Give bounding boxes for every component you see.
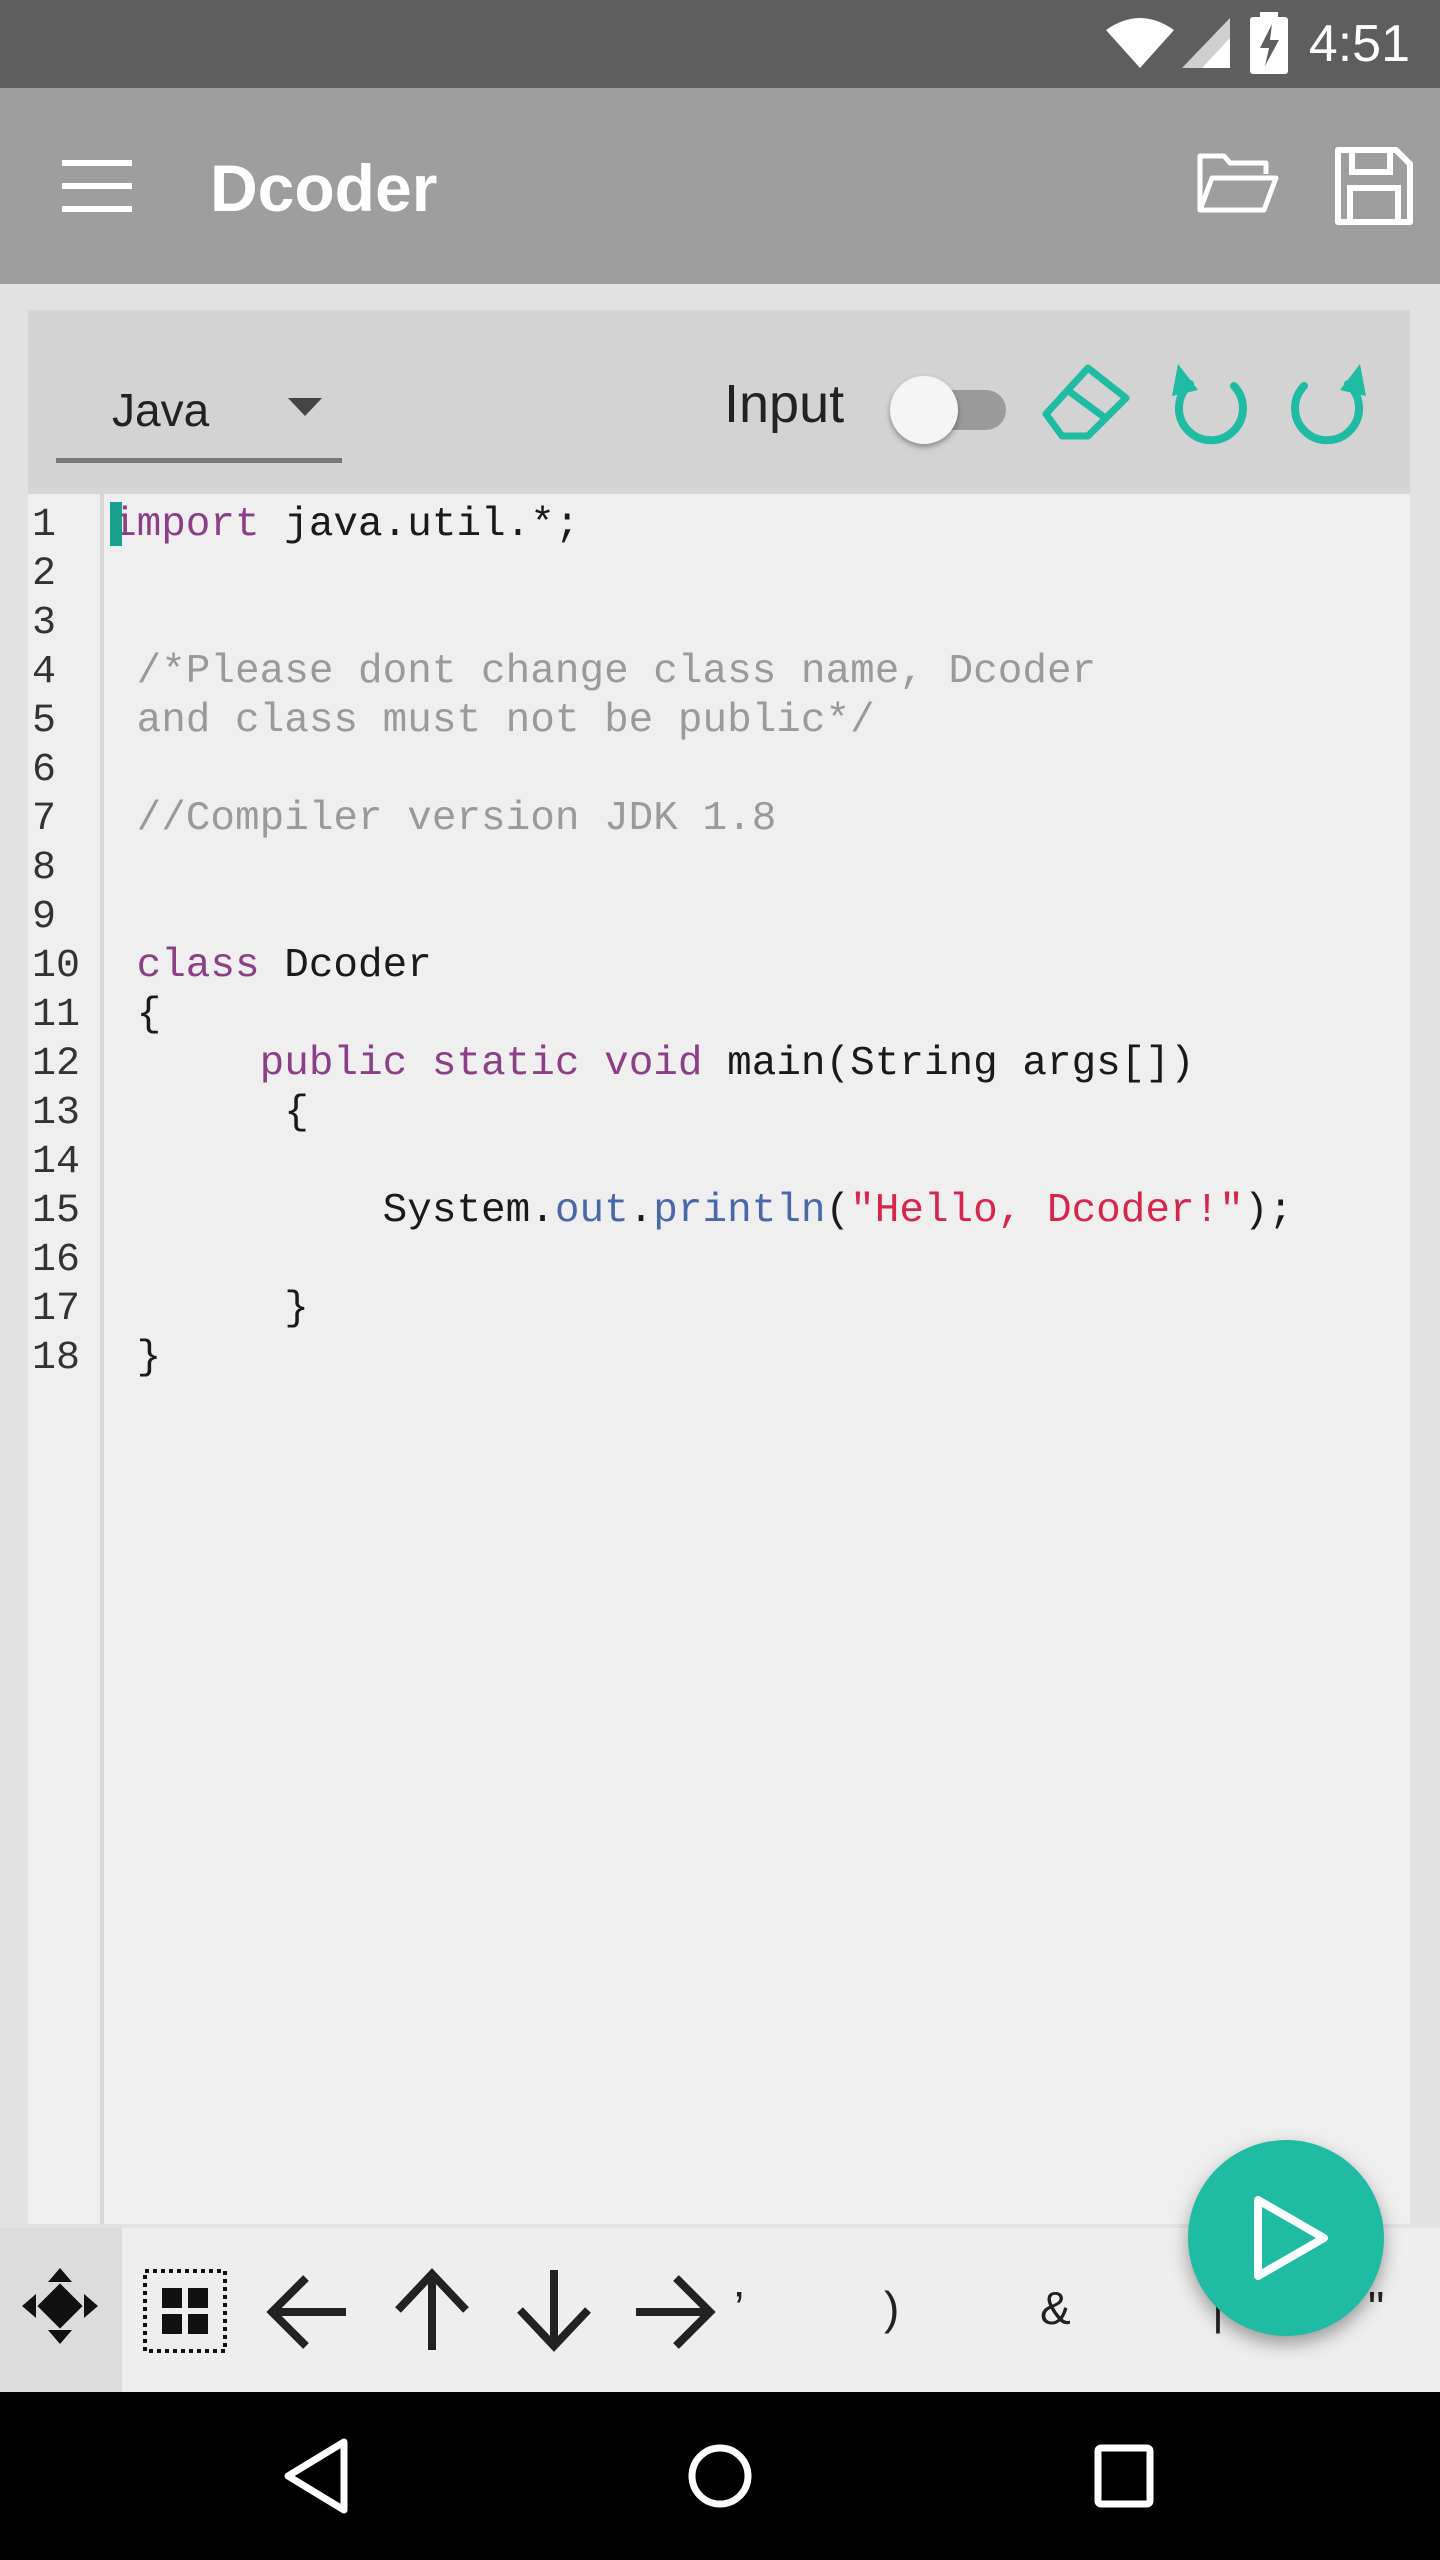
wifi-icon <box>1106 18 1174 68</box>
code-line: } <box>112 1334 162 1383</box>
code-token: class <box>112 943 260 989</box>
line-number: 11 <box>32 993 81 1038</box>
line-number-gutter: 1 2 3 4 5 6 7 8 9 10 11 12 13 14 15 16 17 18 <box>28 494 104 2224</box>
code-token: void <box>604 1041 703 1087</box>
line-number: 8 <box>32 846 57 891</box>
code-token: and class must not be public*/ <box>112 698 875 744</box>
line-number: 14 <box>32 1140 81 1185</box>
eraser-icon[interactable] <box>1038 356 1134 442</box>
code-line: { <box>112 1089 309 1138</box>
line-number: 15 <box>32 1189 81 1234</box>
line-number: 2 <box>32 552 57 597</box>
code-token: static <box>431 1041 580 1087</box>
input-toggle-thumb <box>890 376 958 444</box>
code-token: { <box>112 992 162 1038</box>
line-number: 1 <box>32 503 57 548</box>
line-number: 17 <box>32 1287 81 1332</box>
line-number: 16 <box>32 1238 81 1283</box>
hamburger-menu-icon[interactable] <box>62 158 132 214</box>
code-token: "Hello, Dcoder!" <box>850 1188 1244 1234</box>
line-number: 10 <box>32 944 81 989</box>
move-arrows-icon <box>22 2268 98 2344</box>
line-number: 6 <box>32 748 57 793</box>
code-line: } <box>112 1285 309 1334</box>
code-token: main(String args[]) <box>702 1041 1195 1087</box>
line-number: 7 <box>32 797 57 842</box>
line-number: 4 <box>32 650 57 695</box>
home-icon[interactable] <box>686 2436 754 2516</box>
input-toggle[interactable] <box>890 368 1010 444</box>
code-token: out <box>554 1188 629 1234</box>
editor-toolbar: Java Input <box>28 312 1410 488</box>
input-label: Input <box>724 374 845 434</box>
text-cursor <box>110 502 122 546</box>
open-folder-icon[interactable] <box>1196 150 1280 216</box>
move-key[interactable] <box>0 2228 122 2392</box>
code-token: ); <box>1243 1188 1294 1234</box>
line-number: 3 <box>32 601 57 646</box>
code-token: //Compiler version JDK 1.8 <box>112 796 777 842</box>
undo-icon[interactable] <box>1164 356 1254 446</box>
back-icon[interactable] <box>280 2436 350 2516</box>
app-title: Dcoder <box>210 151 438 225</box>
code-line: and class must not be public*/ <box>112 697 875 746</box>
key-close-paren[interactable]: ) <box>884 2280 899 2336</box>
arrow-up-icon[interactable] <box>390 2268 474 2352</box>
code-token: import <box>112 502 260 548</box>
language-dropdown[interactable]: Java <box>56 372 342 463</box>
signal-icon <box>1182 18 1230 68</box>
code-line: System.out.println("Hello, Dcoder!"); <box>112 1187 1293 1236</box>
code-line: public static void main(String args[]) <box>112 1040 1195 1089</box>
code-line: /*Please dont change class name, Dcoder <box>112 648 1097 697</box>
battery-charging-icon <box>1250 12 1288 74</box>
app-bar: Dcoder <box>0 88 1440 284</box>
clock: 4:51 <box>1308 15 1410 73</box>
code-token: /*Please dont change class name, Dcoder <box>112 649 1097 695</box>
code-token: java.util.*; <box>259 502 580 548</box>
code-line: class Dcoder <box>112 942 432 991</box>
code-line: //Compiler version JDK 1.8 <box>112 795 777 844</box>
chevron-down-icon <box>288 398 322 416</box>
arrow-right-icon[interactable] <box>632 2272 716 2352</box>
code-token: println <box>653 1188 826 1234</box>
code-token: { <box>112 1090 309 1136</box>
system-nav-bar <box>0 2392 1440 2560</box>
line-number: 12 <box>32 1042 81 1087</box>
status-bar: 4:51 <box>0 0 1440 88</box>
select-all-icon[interactable] <box>142 2268 228 2354</box>
line-number: 5 <box>32 699 57 744</box>
code-editor[interactable]: 1 2 3 4 5 6 7 8 9 10 11 12 13 14 15 16 17 18 import java.… <box>28 494 1410 2224</box>
code-token: ( <box>825 1188 851 1234</box>
key-ampersand[interactable]: & <box>1040 2280 1071 2336</box>
language-value: Java <box>112 384 210 436</box>
code-token: public <box>112 1041 408 1087</box>
run-button[interactable] <box>1188 2140 1384 2336</box>
line-number: 18 <box>32 1336 81 1381</box>
code-token: } <box>112 1335 162 1381</box>
arrow-down-icon[interactable] <box>512 2268 596 2352</box>
arrow-left-icon[interactable] <box>266 2272 350 2352</box>
play-icon <box>1254 2196 1328 2280</box>
code-token: Dcoder <box>259 943 432 989</box>
redo-icon[interactable] <box>1284 356 1374 446</box>
key-double-quote[interactable]: " <box>1368 2280 1384 2336</box>
code-line: import java.util.*; <box>112 501 579 550</box>
key-quote[interactable]: ’ <box>734 2280 744 2336</box>
save-icon[interactable] <box>1334 146 1414 226</box>
line-number: 13 <box>32 1091 81 1136</box>
line-number: 9 <box>32 895 57 940</box>
code-token: . <box>628 1188 654 1234</box>
recents-icon[interactable] <box>1092 2436 1156 2516</box>
code-token: } <box>112 1286 309 1332</box>
code-line: { <box>112 991 162 1040</box>
code-token: System. <box>112 1188 555 1234</box>
